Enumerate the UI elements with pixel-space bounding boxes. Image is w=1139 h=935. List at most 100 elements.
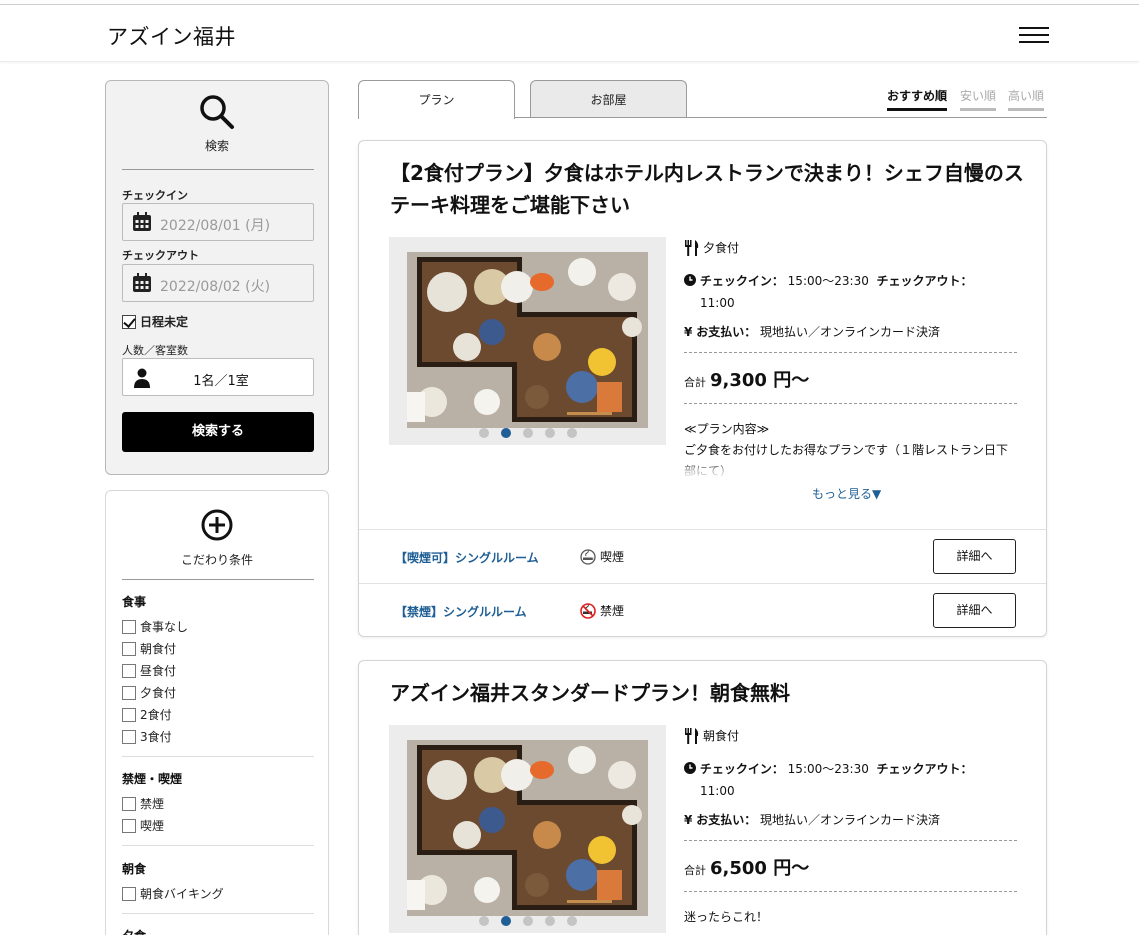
filter-option-label: 禁煙 (140, 797, 165, 811)
sort-cheapest[interactable]: 安い順 (960, 87, 997, 111)
checkbox[interactable] (122, 619, 136, 634)
payment-label: お支払い： (696, 325, 757, 339)
plan-price: 合計 6,500 円〜 (684, 854, 809, 880)
meal-label: 夕食付 (703, 241, 740, 255)
clock-icon (684, 762, 696, 774)
filter-option[interactable]: 禁煙 (122, 795, 164, 812)
details-button[interactable]: 詳細へ (933, 539, 1016, 574)
checkbox[interactable] (122, 685, 136, 700)
plan-info: 夕食付 チェックイン： 15:00〜23:30 チェックアウト： 11:00 ¥… (684, 239, 1017, 502)
search-button[interactable]: 検索する (122, 412, 314, 452)
show-more-link[interactable]: もっと見る▼ (812, 485, 881, 502)
checkout-time-label: チェックアウト： (876, 762, 973, 776)
plan-description: 迷ったらこれ！ (684, 907, 1017, 931)
carousel-dot[interactable] (544, 428, 555, 438)
filter-option-label: 夕食付 (140, 686, 177, 700)
room-name-link[interactable]: 【禁煙】シングルルーム (395, 603, 527, 620)
no-smoking-icon (580, 602, 596, 619)
carousel-dots (389, 916, 666, 926)
checkin-date-field[interactable]: 2022/08/01 (月) (122, 203, 314, 241)
divider (122, 169, 314, 170)
payment-info: ¥ お支払い： 現地払い／オンラインカード決済 (684, 323, 940, 340)
checkbox[interactable] (122, 818, 136, 833)
guests-label: 人数／客室数 (122, 344, 188, 357)
dashed-divider (684, 891, 1017, 892)
smoking-info: 喫煙 (580, 548, 624, 565)
divider (122, 913, 314, 914)
filter-header: こだわり条件 (106, 509, 328, 568)
clock-icon (684, 274, 696, 286)
filter-group-title: 夕食 (122, 927, 146, 935)
checkbox-checked-icon[interactable] (122, 314, 136, 329)
filter-option[interactable]: 昼食付 (122, 662, 176, 679)
carousel-dot[interactable] (566, 428, 577, 438)
filter-option[interactable]: 2食付 (122, 706, 172, 723)
filter-label: こだわり条件 (180, 553, 253, 567)
plan-photo-carousel[interactable] (389, 237, 666, 445)
filter-option[interactable]: 朝食付 (122, 640, 176, 657)
carousel-dot[interactable] (544, 916, 555, 926)
carousel-dot[interactable] (522, 428, 533, 438)
payment-methods: 現地払い／オンラインカード決済 (760, 813, 941, 827)
yen-icon: ¥ (684, 325, 693, 339)
filter-option-label: 2食付 (140, 708, 172, 722)
plan-photo (407, 252, 648, 428)
checkout-time: 11:00 (700, 296, 735, 310)
checkbox[interactable] (122, 886, 136, 901)
hamburger-menu-icon[interactable] (1019, 25, 1049, 45)
checkbox[interactable] (122, 729, 136, 744)
details-button[interactable]: 詳細へ (933, 593, 1016, 628)
carousel-dots (389, 428, 666, 438)
filter-option-label: 朝食付 (140, 642, 177, 656)
checkbox[interactable] (122, 641, 136, 656)
checkin-checkout-times: チェックイン： 15:00〜23:30 チェックアウト： 11:00 (684, 758, 973, 802)
checkout-time: 11:00 (700, 784, 735, 798)
checkbox[interactable] (122, 663, 136, 678)
filter-option-label: 3食付 (140, 730, 172, 744)
plan-title[interactable]: アズイン福井スタンダードプラン！朝食無料 (390, 677, 1030, 709)
filter-panel: こだわり条件 食事 食事なし 朝食付 昼食付 夕食付 2食付 3食付 禁煙・喫煙… (105, 490, 329, 935)
tab-plan[interactable]: プラン (358, 80, 515, 119)
filter-group-title: 禁煙・喫煙 (122, 772, 183, 786)
checkbox[interactable] (122, 796, 136, 811)
plan-description-heading: ≪プラン内容≫ (684, 422, 770, 436)
carousel-dot-active[interactable] (500, 428, 511, 438)
filter-option[interactable]: 夕食付 (122, 684, 176, 701)
site-logo[interactable]: アズイン福井 (107, 21, 236, 51)
plan-title[interactable]: 【2食付プラン】夕食はホテル内レストランで決まり！シェフ自慢のステーキ料理をご堪… (390, 157, 1030, 221)
total-label: 合計 (684, 864, 706, 877)
carousel-dot[interactable] (566, 916, 577, 926)
filter-option[interactable]: 3食付 (122, 728, 172, 745)
payment-label: お支払い： (696, 813, 757, 827)
checkbox[interactable] (122, 707, 136, 722)
checkout-date-field[interactable]: 2022/08/02 (火) (122, 264, 314, 302)
price-value: 9,300 円〜 (710, 370, 810, 391)
payment-info: ¥ お支払い： 現地払い／オンラインカード決済 (684, 811, 940, 828)
date-undecided-checkbox[interactable]: 日程未定 (122, 313, 188, 330)
checkin-time-label: チェックイン： (699, 274, 784, 288)
plan-info: 朝食付 チェックイン： 15:00〜23:30 チェックアウト： 11:00 ¥… (684, 727, 1017, 935)
carousel-dot[interactable] (522, 916, 533, 926)
fork-knife-icon (685, 239, 699, 256)
carousel-dot-active[interactable] (500, 916, 511, 926)
guests-field[interactable]: 1名／1室 (122, 358, 314, 396)
plan-description-heading: 迷ったらこれ！ (684, 910, 769, 924)
room-name-link[interactable]: 【喫煙可】シングルルーム (395, 549, 539, 566)
filter-option[interactable]: 喫煙 (122, 817, 164, 834)
plan-photo-carousel[interactable] (389, 725, 666, 933)
tab-rooms[interactable]: お部屋 (530, 80, 687, 118)
search-label: 検索 (204, 139, 229, 153)
calendar-icon (133, 212, 151, 231)
room-row: 【喫煙可】シングルルーム 喫煙 詳細へ (359, 529, 1046, 583)
total-label: 合計 (684, 376, 706, 389)
carousel-dot[interactable] (478, 428, 489, 438)
price-value: 6,500 円〜 (710, 858, 810, 879)
carousel-dot[interactable] (478, 916, 489, 926)
sort-highest[interactable]: 高い順 (1008, 87, 1045, 111)
sort-recommended[interactable]: おすすめ順 (887, 87, 948, 111)
plan-card: 【2食付プラン】夕食はホテル内レストランで決まり！シェフ自慢のステーキ料理をご堪… (358, 140, 1047, 637)
yen-icon: ¥ (684, 813, 693, 827)
filter-option[interactable]: 食事なし (122, 618, 188, 635)
plan-card: アズイン福井スタンダードプラン！朝食無料 朝食付 チェックイン： 15:00〜2… (358, 660, 1047, 935)
filter-option[interactable]: 朝食バイキング (122, 885, 224, 902)
